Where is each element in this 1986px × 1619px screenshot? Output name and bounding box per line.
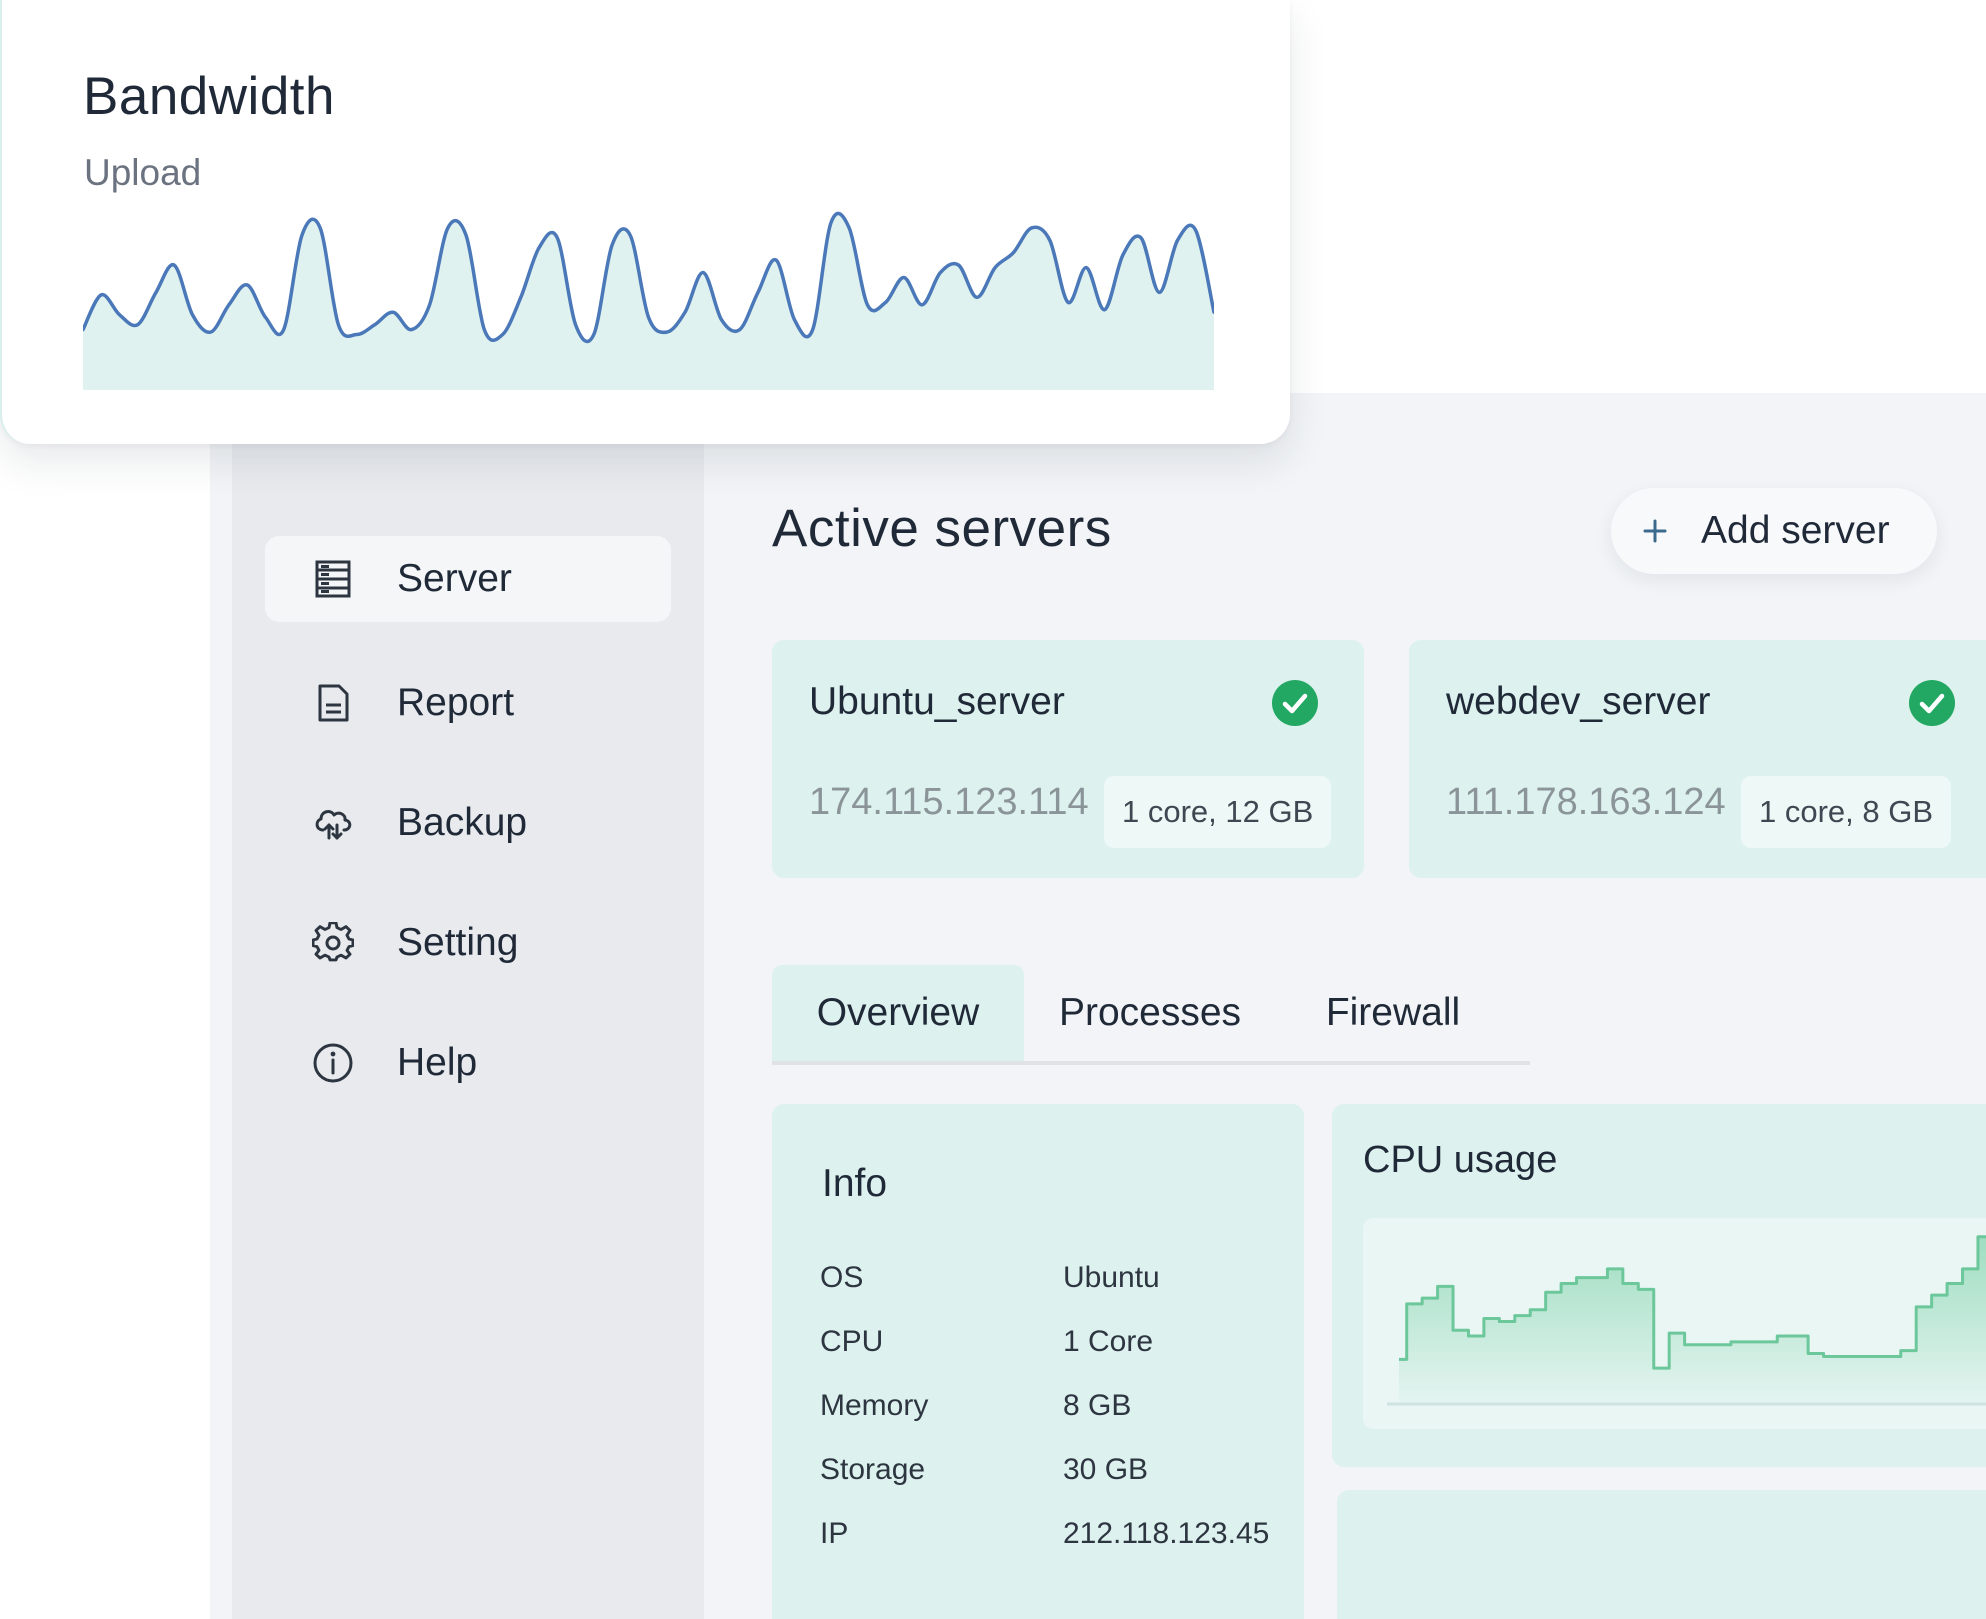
sidebar-item-label: Backup — [397, 801, 528, 844]
bandwidth-area — [83, 213, 1214, 390]
server-card-ubuntu[interactable]: Ubuntu_server 174.115.123.114 1 core, 12… — [772, 640, 1364, 878]
bandwidth-title: Bandwidth — [83, 67, 336, 126]
server-name: webdev_server — [1446, 680, 1711, 723]
server-spec-badge: 1 core, 12 GB — [1104, 776, 1332, 848]
bandwidth-upload-chart — [83, 211, 1214, 390]
info-key: IP — [820, 1517, 849, 1550]
sidebar-item-label: Setting — [397, 921, 519, 964]
report-icon — [311, 681, 355, 725]
info-key: OS — [820, 1261, 864, 1294]
cpu-usage-title: CPU usage — [1363, 1139, 1558, 1181]
info-value: 1 Core — [1063, 1325, 1154, 1358]
server-card-webdev[interactable]: webdev_server 111.178.163.124 1 core, 8 … — [1409, 640, 1986, 878]
info-title: Info — [822, 1162, 888, 1205]
cpu-usage-chart-container — [1363, 1218, 1986, 1429]
tab-firewall[interactable]: Firewall — [1276, 965, 1510, 1061]
gear-icon — [311, 921, 355, 965]
bandwidth-card: Bandwidth Upload — [0, 0, 1290, 444]
server-spec-badge: 1 core, 8 GB — [1741, 776, 1952, 848]
cloud-backup-icon — [311, 801, 355, 845]
page-title: Active servers — [772, 499, 1112, 558]
sidebar-item-label: Report — [397, 681, 515, 724]
sidebar-item-server[interactable]: Server — [265, 536, 671, 622]
sidebar-item-report[interactable]: Report — [265, 660, 671, 746]
cpu-usage-chart — [1387, 1235, 1986, 1406]
info-key: CPU — [820, 1325, 884, 1358]
info-value: 8 GB — [1063, 1389, 1132, 1422]
sidebar-item-help[interactable]: Help — [265, 1020, 671, 1106]
sidebar: Server Report Backup Setting Help — [232, 393, 704, 1619]
info-value: 30 GB — [1063, 1453, 1149, 1486]
plus-icon — [1635, 511, 1675, 551]
server-ip: 174.115.123.114 — [809, 781, 1089, 823]
add-server-label: Add server — [1701, 509, 1890, 552]
info-card: Info OS Ubuntu CPU 1 Core Memory 8 GB St… — [772, 1104, 1304, 1619]
cpu-usage-card: CPU usage — [1332, 1104, 1986, 1467]
dashboard-window: Server Report Backup Setting Help Active… — [210, 393, 1986, 1619]
main-content: Active servers Add server Ubuntu_server … — [704, 393, 1986, 1619]
info-key: Storage — [820, 1453, 926, 1486]
check-circle-icon — [1272, 680, 1318, 726]
info-icon — [311, 1041, 355, 1085]
sidebar-item-label: Server — [397, 557, 512, 600]
server-icon — [311, 557, 355, 601]
info-value: 212.118.123.45 — [1063, 1517, 1270, 1550]
info-key: Memory — [820, 1389, 929, 1422]
server-ip: 111.178.163.124 — [1446, 781, 1726, 823]
tab-processes[interactable]: Processes — [1024, 965, 1276, 1061]
sidebar-item-label: Help — [397, 1041, 478, 1084]
detail-tabs: Overview Processes Firewall — [772, 965, 1530, 1065]
bandwidth-subtitle: Upload — [84, 152, 202, 193]
server-name: Ubuntu_server — [809, 680, 1065, 723]
check-circle-icon — [1909, 680, 1955, 726]
sidebar-item-backup[interactable]: Backup — [265, 780, 671, 866]
secondary-card — [1337, 1490, 1986, 1619]
sidebar-item-setting[interactable]: Setting — [265, 900, 671, 986]
info-value: Ubuntu — [1063, 1261, 1160, 1294]
tab-overview[interactable]: Overview — [772, 965, 1024, 1061]
add-server-button[interactable]: Add server — [1611, 488, 1937, 574]
